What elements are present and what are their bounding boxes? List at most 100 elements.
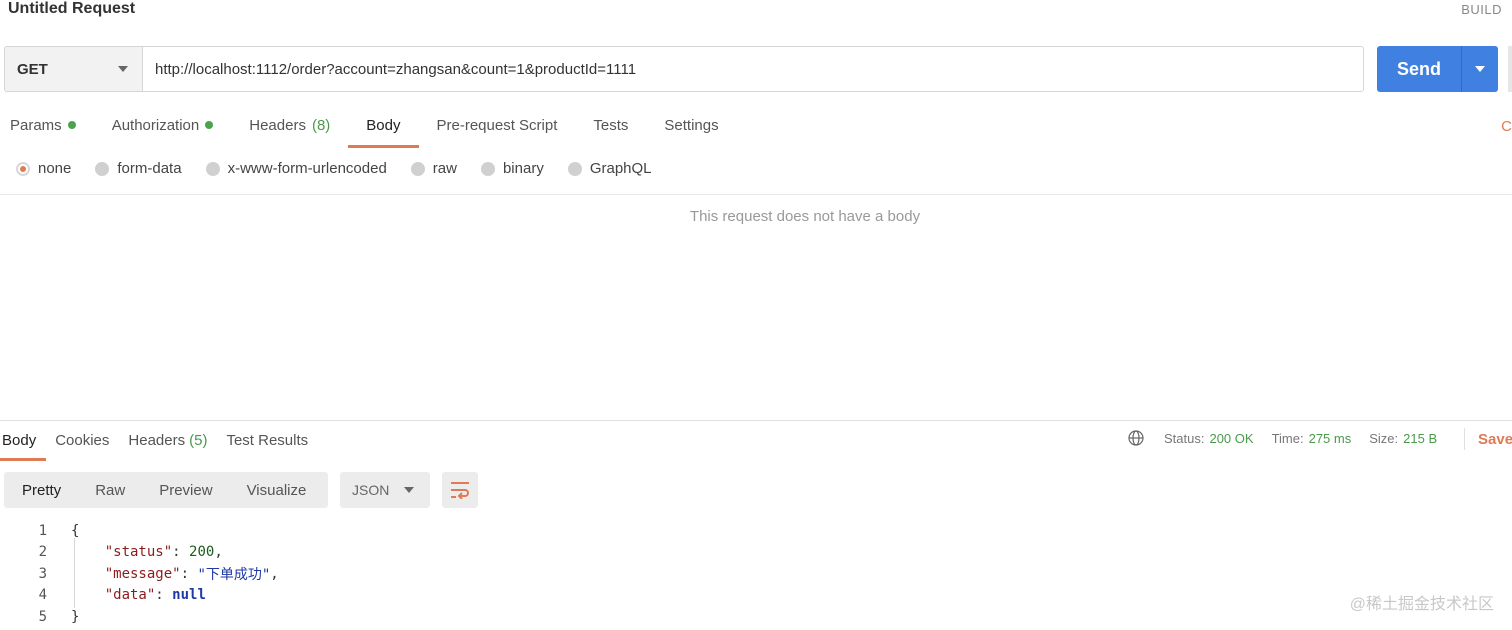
radio-graphql[interactable]: GraphQL xyxy=(567,160,652,177)
method-select[interactable]: GET xyxy=(4,46,142,92)
json-separator: : xyxy=(155,587,173,604)
line-number: 5 xyxy=(38,608,47,625)
tab-label: Body xyxy=(2,432,37,449)
radio-label: form-data xyxy=(117,160,182,177)
divider xyxy=(1464,428,1465,450)
code-line: 1{ xyxy=(0,520,279,542)
radio-binary[interactable]: binary xyxy=(480,160,544,177)
json-key: "status" xyxy=(104,544,173,561)
tab-label: Cookies xyxy=(55,432,110,449)
chevron-down-icon xyxy=(404,487,414,493)
globe-icon[interactable] xyxy=(1128,430,1144,446)
method-value: GET xyxy=(17,60,48,78)
radio-raw[interactable]: raw xyxy=(410,160,457,177)
radio-label: x-www-form-urlencoded xyxy=(227,160,387,177)
resp-tab-cookies[interactable]: Cookies xyxy=(46,430,119,458)
tab-count: (5) xyxy=(189,432,208,449)
wrap-lines-button[interactable] xyxy=(442,472,478,508)
tab-label: Test Results xyxy=(226,432,309,449)
save-button-edge[interactable] xyxy=(1508,46,1512,92)
json-key: "data" xyxy=(104,587,156,604)
json-value: "下单成功" xyxy=(197,566,271,583)
status-dot-icon xyxy=(67,121,76,129)
chevron-down-icon xyxy=(118,66,128,72)
line-number: 3 xyxy=(38,565,47,582)
request-title[interactable]: Untitled Request xyxy=(8,0,135,18)
radio-icon xyxy=(95,161,110,176)
response-meta: Status: 200 OK Time: 275 ms Size: 215 B xyxy=(1128,430,1455,446)
tab-authorization[interactable]: Authorization xyxy=(94,110,232,146)
response-code[interactable]: 1{ 2 "status": 200, 3 "message": "下单成功",… xyxy=(0,520,279,628)
radio-none[interactable]: none xyxy=(16,160,71,177)
json-separator: : xyxy=(180,565,198,582)
url-input[interactable]: http://localhost:1112/order?account=zhan… xyxy=(142,46,1364,92)
radio-icon xyxy=(480,161,495,176)
radio-label: none xyxy=(38,160,72,177)
tab-label: Params xyxy=(10,117,62,134)
watermark: @稀土掘金技术社区 xyxy=(1349,596,1494,613)
cookies-link-stub[interactable]: C xyxy=(1501,118,1512,135)
view-tab-raw[interactable]: Raw xyxy=(78,482,142,499)
request-tabs: Params Authorization Headers (8) Body Pre… xyxy=(0,110,737,148)
tab-count: (8) xyxy=(311,117,331,134)
size-label: Size: xyxy=(1369,430,1399,446)
radio-label: raw xyxy=(432,160,457,177)
radio-label: GraphQL xyxy=(589,160,652,177)
response-tabs: Body Cookies Headers (5) Test Results xyxy=(0,430,318,461)
tab-headers[interactable]: Headers (8) xyxy=(231,110,348,146)
tab-label: Tests xyxy=(593,117,629,134)
empty-body-message: This request does not have a body xyxy=(689,208,921,225)
view-tab-pretty[interactable]: Pretty xyxy=(4,482,78,499)
status-value[interactable]: 200 OK xyxy=(1209,431,1253,446)
code-line: 3 "message": "下单成功", xyxy=(0,563,279,585)
wrap-lines-icon xyxy=(451,482,469,499)
tab-label: Authorization xyxy=(111,117,200,134)
tab-label: Headers xyxy=(249,117,306,134)
body-type-radios: none form-data x-www-form-urlencoded raw… xyxy=(16,160,676,177)
json-value: null xyxy=(172,587,206,604)
chevron-down-icon xyxy=(1475,66,1485,72)
radio-icon xyxy=(205,161,220,176)
radio-icon xyxy=(567,161,582,176)
line-number: 1 xyxy=(38,522,47,539)
build-label[interactable]: BUILD xyxy=(1461,2,1502,17)
view-tab-visualize[interactable]: Visualize xyxy=(230,482,324,499)
divider xyxy=(0,194,1512,195)
radio-selected-icon xyxy=(16,161,30,176)
send-options-button[interactable] xyxy=(1462,46,1498,92)
tab-label: Headers xyxy=(128,432,186,449)
view-mode-tabs: Pretty Raw Preview Visualize xyxy=(4,472,328,508)
code-line: 5} xyxy=(0,606,279,628)
tab-label: Pre-request Script xyxy=(436,117,558,134)
time-value[interactable]: 275 ms xyxy=(1309,431,1352,446)
radio-label: binary xyxy=(502,160,544,177)
tab-label: Body xyxy=(366,117,401,134)
resp-tab-headers[interactable]: Headers (5) xyxy=(119,430,217,458)
radio-urlencoded[interactable]: x-www-form-urlencoded xyxy=(205,160,387,177)
json-comma: , xyxy=(270,565,279,582)
resp-tab-body[interactable]: Body xyxy=(0,430,47,461)
code-text: { xyxy=(71,522,80,539)
tab-pre-request-script[interactable]: Pre-request Script xyxy=(419,110,576,146)
radio-icon xyxy=(410,161,425,176)
line-number: 2 xyxy=(38,544,47,561)
tab-tests[interactable]: Tests xyxy=(575,110,646,146)
format-select[interactable]: JSON xyxy=(340,472,430,508)
radio-form-data[interactable]: form-data xyxy=(95,160,182,177)
json-key: "message" xyxy=(104,565,181,582)
json-comma: , xyxy=(214,544,223,561)
code-line: 2 "status": 200, xyxy=(0,542,279,564)
size-value[interactable]: 215 B xyxy=(1403,431,1437,446)
view-tab-preview[interactable]: Preview xyxy=(142,482,229,499)
save-response-button[interactable]: Save xyxy=(1478,431,1512,448)
json-value: 200 xyxy=(189,544,215,561)
line-number: 4 xyxy=(38,587,47,604)
time-label: Time: xyxy=(1271,430,1304,446)
resp-tab-test-results[interactable]: Test Results xyxy=(217,430,318,458)
url-value: http://localhost:1112/order?account=zhan… xyxy=(155,60,637,78)
response-divider[interactable] xyxy=(0,420,1512,421)
send-button[interactable]: Send xyxy=(1377,46,1461,92)
tab-params[interactable]: Params xyxy=(0,110,94,146)
tab-body[interactable]: Body xyxy=(348,110,419,148)
tab-settings[interactable]: Settings xyxy=(646,110,736,146)
